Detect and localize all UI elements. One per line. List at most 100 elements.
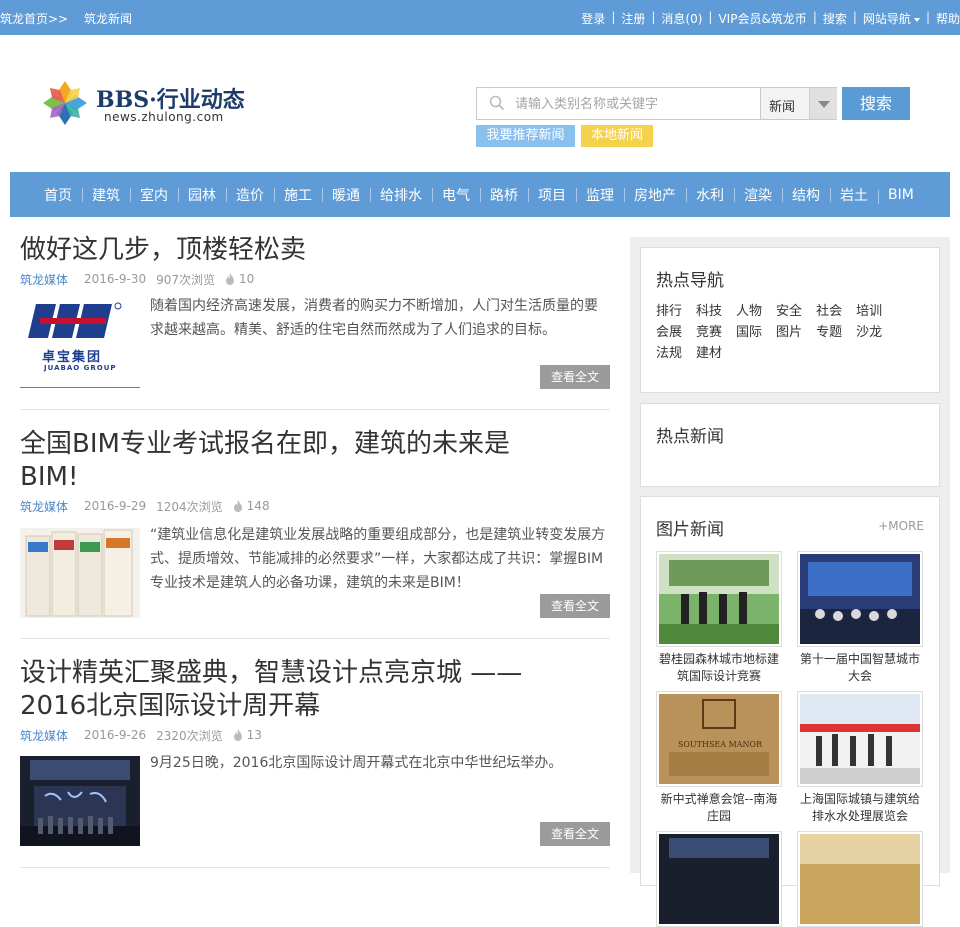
hot-nav-item[interactable]: 安全	[776, 300, 816, 321]
help-link[interactable]: 帮助	[936, 10, 960, 27]
register-link[interactable]: 注册	[621, 10, 645, 27]
nav-item-real-estate[interactable]: 房地产	[624, 185, 686, 205]
top-links: 登录 | 注册 | 消息(0) | VIP会员&筑龙币 | 搜索 | 网站导航 | 帮助	[581, 10, 960, 27]
picture-news-item[interactable]: SOUTHSEA MANOR 新中式禅意会馆--南海庄园	[656, 691, 782, 825]
nav-item-geotech[interactable]: 岩土	[830, 185, 878, 205]
article-title[interactable]: 设计精英汇聚盛典，智慧设计点亮京城 ——2016北京国际设计周开幕	[20, 657, 580, 723]
article-date: 2016-9-30	[84, 272, 147, 286]
hot-news-title: 热点新闻	[656, 427, 724, 447]
article-thumbnail[interactable]: 卓宝集团 JUABAO GROUP	[20, 296, 140, 388]
search-button[interactable]: 搜索	[842, 87, 910, 120]
article-source[interactable]: 筑龙媒体	[20, 727, 68, 744]
recommend-news-button[interactable]: 我要推荐新闻	[476, 125, 575, 147]
picture-image	[659, 694, 779, 784]
search-input[interactable]	[515, 94, 755, 114]
hot-nav-item[interactable]: 会展	[656, 321, 696, 342]
breadcrumb-home[interactable]: 筑龙首页>>	[0, 12, 68, 26]
hot-nav-panel: 热点导航 排行 科技 人物 安全 社会 培训 会展 竞赛 国际 图片 专题 沙龙…	[640, 247, 940, 393]
site-nav-link[interactable]: 网站导航	[863, 10, 920, 27]
picture-news-item[interactable]	[797, 831, 923, 927]
hot-nav-list: 排行 科技 人物 安全 社会 培训 会展 竞赛 国际 图片 专题 沙龙 法规 建…	[656, 300, 926, 363]
nav-item-architecture[interactable]: 建筑	[82, 185, 130, 205]
picture-frame	[797, 691, 923, 787]
nav-item-rendering[interactable]: 渲染	[734, 185, 782, 205]
picture-news-item[interactable]: 碧桂园森林城市地标建筑国际设计竞赛	[656, 551, 782, 685]
nav-item-projects[interactable]: 项目	[528, 185, 576, 205]
picture-news-item[interactable]: 上海国际城镇与建筑给排水水处理展览会	[797, 691, 923, 825]
nav-item-home[interactable]: 首页	[34, 185, 82, 205]
nav-item-supervision[interactable]: 监理	[576, 185, 624, 205]
hot-nav-label: 国际	[736, 325, 763, 340]
nav-item-landscape[interactable]: 园林	[178, 185, 226, 205]
picture-text: SOUTHSEA MANOR	[677, 740, 763, 749]
separator: |	[925, 10, 930, 24]
nav-item-electrical[interactable]: 电气	[432, 185, 480, 205]
read-more-button[interactable]: 查看全文	[540, 594, 610, 618]
article-source[interactable]: 筑龙媒体	[20, 498, 68, 515]
hot-nav-item[interactable]: 排行	[656, 300, 696, 321]
hot-nav-item[interactable]: 专题	[816, 321, 856, 342]
article-source[interactable]: 筑龙媒体	[20, 271, 68, 288]
nav-item-construction[interactable]: 施工	[274, 185, 322, 205]
hot-nav-label: 排行	[656, 304, 683, 319]
nav-item-structure[interactable]: 结构	[782, 185, 830, 205]
hot-news-panel: 热点新闻	[640, 403, 940, 487]
picture-frame	[797, 551, 923, 647]
local-news-button[interactable]: 本地新闻	[581, 125, 653, 147]
more-link[interactable]: +MORE	[878, 519, 924, 533]
article-thumbnail[interactable]	[20, 528, 140, 618]
search-category-label: 新闻	[769, 100, 796, 115]
vip-link[interactable]: VIP会员&筑龙币	[718, 10, 806, 27]
article-title[interactable]: 全国BIM专业考试报名在即，建筑的未来是BIM!	[20, 428, 560, 494]
hot-nav-item[interactable]: 培训	[856, 300, 896, 321]
site-logo[interactable]: BBS·行业动态 news.zhulong.com	[40, 78, 250, 130]
picture-image	[800, 694, 920, 784]
hot-nav-item[interactable]: 人物	[736, 300, 776, 321]
login-link[interactable]: 登录	[581, 10, 605, 27]
picture-caption: 上海国际城镇与建筑给排水水处理展览会	[799, 792, 920, 823]
picture-caption: 新中式禅意会馆--南海庄园	[660, 792, 778, 823]
hot-nav-item[interactable]: 社会	[816, 300, 856, 321]
picture-news-item[interactable]: 第十一届中国智慧城市大会	[797, 551, 923, 685]
article-item: 做好这几步，顶楼轻松卖 筑龙媒体 2016-9-30 907次浏览 10 卓宝集…	[20, 234, 610, 392]
nav-item-cost[interactable]: 造价	[226, 185, 274, 205]
thumb-brand-cn: 卓宝集团	[42, 350, 103, 365]
separator: |	[651, 10, 656, 24]
separator: |	[852, 10, 857, 24]
hot-nav-item[interactable]: 国际	[736, 321, 776, 342]
search-category-select[interactable]: 新闻	[760, 88, 837, 119]
hot-nav-item[interactable]: 科技	[696, 300, 736, 321]
nav-item-plumbing[interactable]: 给排水	[370, 185, 432, 205]
nav-item-bim[interactable]: BIM	[878, 187, 924, 204]
hot-nav-label: 人物	[736, 304, 763, 319]
article-summary: 随着国内经济高速发展，消费者的购买力不断增加，人门对生活质量的要求越来越高。精美…	[150, 298, 598, 338]
article-meta: 筑龙媒体 2016-9-29 1204次浏览 148	[20, 497, 610, 515]
dropdown-arrow-icon[interactable]	[809, 88, 837, 119]
hot-nav-label: 法规	[656, 346, 683, 361]
article-thumbnail[interactable]	[20, 756, 140, 846]
nav-item-interior[interactable]: 室内	[130, 185, 178, 205]
article-divider	[20, 638, 610, 639]
article-hot-count: 10	[239, 272, 255, 286]
messages-link[interactable]: 消息(0)	[661, 10, 702, 27]
search-link[interactable]: 搜索	[823, 10, 847, 27]
read-more-button[interactable]: 查看全文	[540, 365, 610, 389]
nav-item-water[interactable]: 水利	[686, 185, 734, 205]
hot-nav-item[interactable]: 法规	[656, 342, 696, 363]
hot-nav-item[interactable]: 图片	[776, 321, 816, 342]
hot-nav-label: 竞赛	[696, 325, 723, 340]
site-nav-label: 网站导航	[862, 12, 911, 26]
hot-nav-item[interactable]: 沙龙	[856, 321, 896, 342]
picture-image	[659, 834, 779, 924]
picture-news-item[interactable]	[656, 831, 782, 927]
hot-nav-item[interactable]: 建材	[696, 342, 736, 363]
nav-item-roads-bridges[interactable]: 路桥	[480, 185, 528, 205]
breadcrumb-current[interactable]: 筑龙新闻	[84, 12, 132, 26]
read-more-button[interactable]: 查看全文	[540, 822, 610, 846]
separator: |	[708, 10, 713, 24]
article-date: 2016-9-26	[84, 728, 147, 742]
article-title[interactable]: 做好这几步，顶楼轻松卖	[20, 234, 610, 267]
hot-nav-label: 培训	[856, 304, 883, 319]
nav-item-hvac[interactable]: 暖通	[322, 185, 370, 205]
hot-nav-item[interactable]: 竞赛	[696, 321, 736, 342]
